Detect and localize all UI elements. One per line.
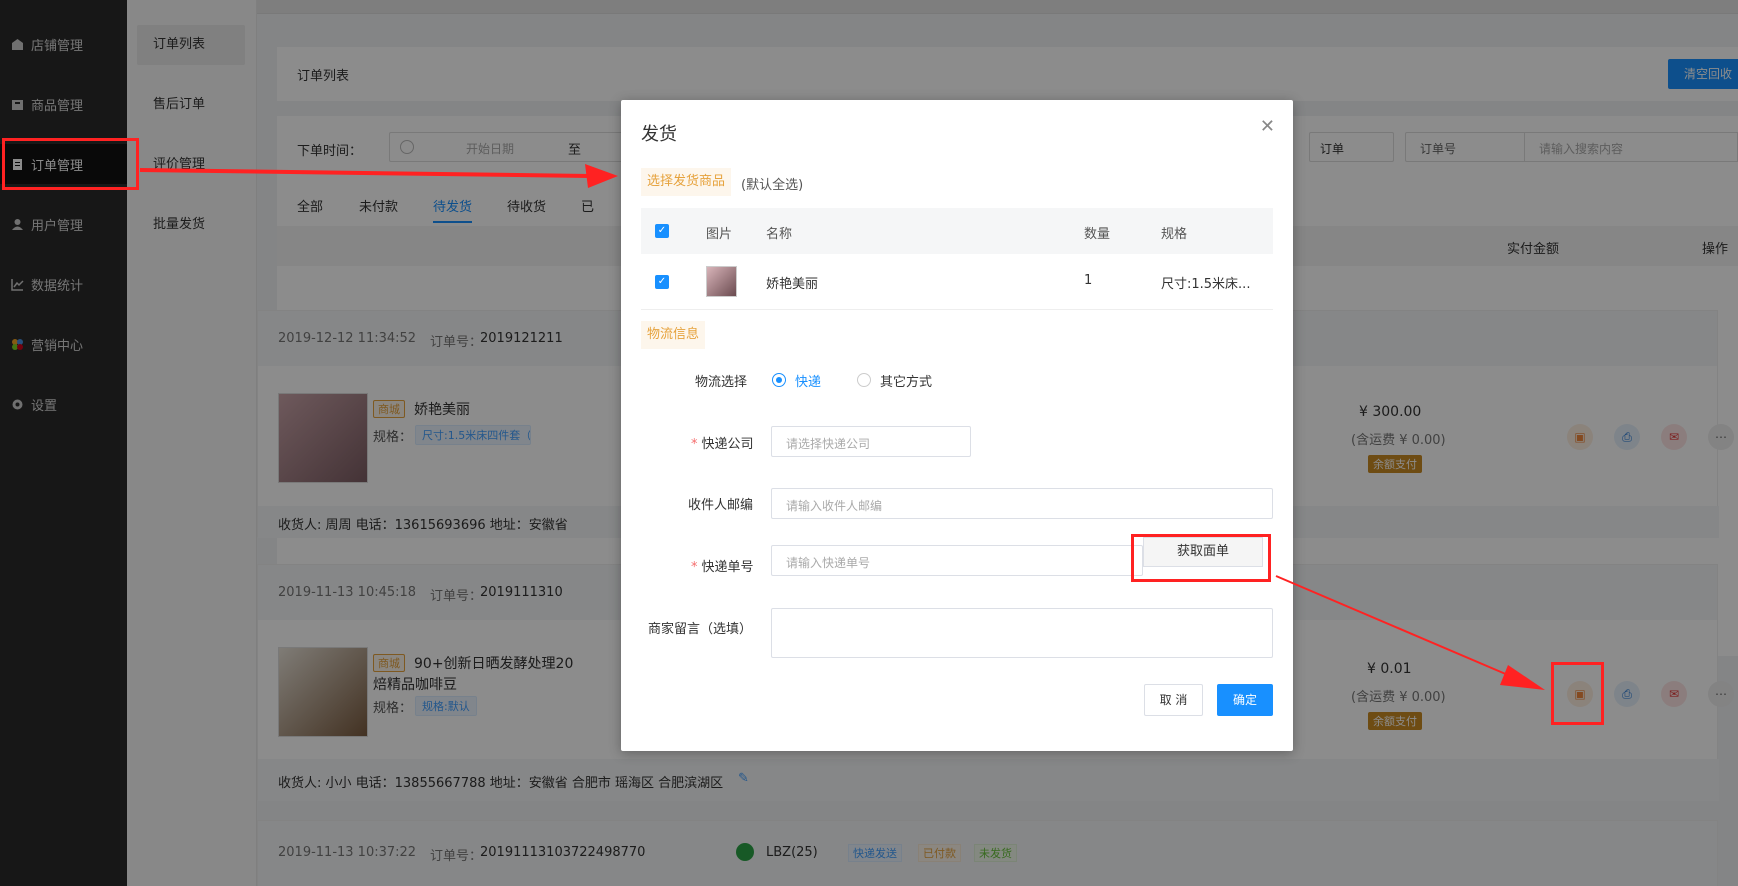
annotation-arrows: [139, 164, 1545, 690]
arrow-ship-action: [1275, 575, 1545, 690]
arrow-order-menu: [139, 164, 618, 188]
